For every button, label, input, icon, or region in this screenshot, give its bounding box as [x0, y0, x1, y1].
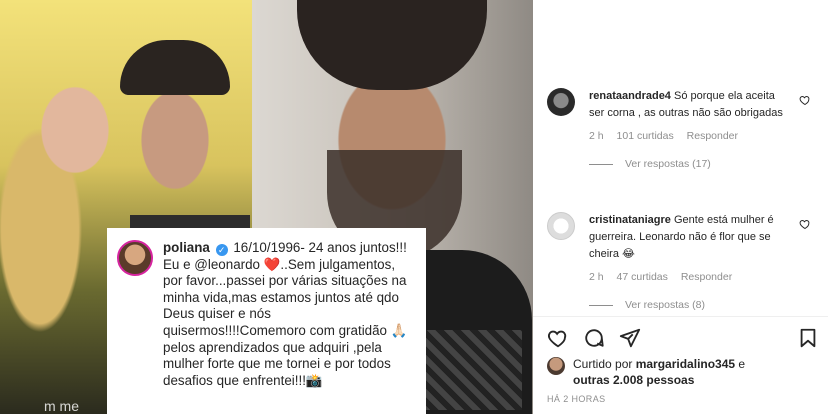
- comment-bubble-icon[interactable]: [583, 327, 605, 349]
- view-replies-button[interactable]: Ver respostas (17): [589, 158, 817, 170]
- caption-avatar[interactable]: [117, 240, 153, 276]
- comment-body: renataandrade4 Só porque ela aceita ser …: [589, 88, 791, 122]
- comment-meta: 2 h 47 curtidas Responder: [589, 271, 817, 283]
- caption-card: poliana ✓ 16/10/1996- 24 anos juntos!!! …: [107, 228, 426, 414]
- caption-text: poliana ✓ 16/10/1996- 24 anos juntos!!! …: [163, 240, 416, 389]
- view-replies-button[interactable]: Ver respostas (8): [589, 299, 817, 311]
- caption-mention[interactable]: @leonardo: [194, 257, 260, 272]
- view-replies-label: Ver respostas (8): [625, 299, 705, 311]
- comment-likes[interactable]: 101 curtidas: [617, 130, 674, 142]
- comment-username[interactable]: cristinataniagre: [589, 214, 671, 226]
- liked-by-text: Curtido por margaridalino345 e outras 2.…: [573, 356, 793, 388]
- liked-by-user[interactable]: margaridalino345: [636, 357, 735, 371]
- like-heart-icon[interactable]: [547, 327, 569, 349]
- verified-badge-icon: ✓: [215, 244, 228, 256]
- caption-username[interactable]: poliana: [163, 240, 210, 255]
- liked-by-prefix: Curtido por: [573, 357, 636, 371]
- view-replies-label: Ver respostas (17): [625, 158, 711, 170]
- post-media[interactable]: m me poliana ✓ 16/10/1996- 24 anos junto…: [0, 0, 533, 414]
- commenter-avatar[interactable]: [547, 88, 575, 116]
- comment-item: renataandrade4 Só porque ela aceita ser …: [547, 88, 817, 170]
- comment-username[interactable]: renataandrade4: [589, 90, 671, 102]
- liker-avatar[interactable]: [547, 357, 565, 375]
- comment-likes[interactable]: 47 curtidas: [617, 271, 668, 283]
- liked-by-others[interactable]: outras 2.008 pessoas: [573, 373, 694, 387]
- photo-detail: [120, 40, 230, 95]
- photo-detail: [297, 0, 487, 90]
- photo-overlay-text: m me: [44, 398, 79, 414]
- comments-panel: renataandrade4 Só porque ela aceita ser …: [533, 0, 828, 414]
- post-timestamp[interactable]: HÁ 2 HORAS: [547, 394, 606, 404]
- comment-meta: 2 h 101 curtidas Responder: [589, 130, 817, 142]
- like-comment-icon[interactable]: [799, 218, 811, 230]
- liked-by-conj: e: [735, 357, 746, 371]
- comment-time: 2 h: [589, 271, 604, 283]
- commenter-avatar[interactable]: [547, 212, 575, 240]
- reply-button[interactable]: Responder: [687, 130, 738, 142]
- divider: [589, 304, 613, 306]
- red-heart-icon: ❤️: [263, 256, 281, 272]
- photo-detail: [422, 330, 522, 410]
- comment-body: cristinataniagre Gente está mulher é gue…: [589, 212, 791, 263]
- like-comment-icon[interactable]: [799, 94, 811, 106]
- liked-by-summary: Curtido por margaridalino345 e outras 2.…: [547, 356, 793, 388]
- comment-time: 2 h: [589, 130, 604, 142]
- caption-text-part: ..Sem julgamentos, por favor...passei po…: [163, 256, 408, 388]
- reply-button[interactable]: Responder: [681, 271, 732, 283]
- comment-item: cristinataniagre Gente está mulher é gue…: [547, 212, 817, 311]
- save-bookmark-icon[interactable]: [797, 327, 819, 349]
- share-paper-plane-icon[interactable]: [619, 327, 641, 349]
- divider: [589, 163, 613, 165]
